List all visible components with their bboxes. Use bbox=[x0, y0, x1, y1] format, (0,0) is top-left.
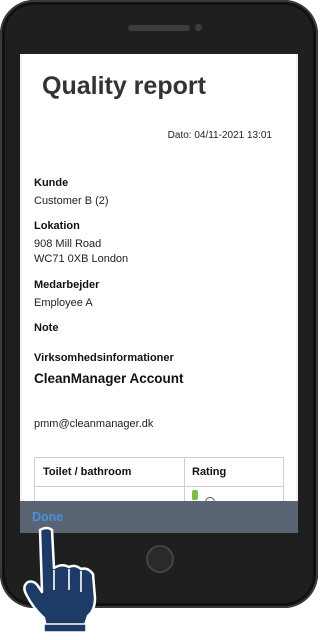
location-label: Lokation bbox=[34, 220, 80, 232]
table-header-area: Toilet / bathroom bbox=[43, 466, 132, 478]
employee-label: Medarbejder bbox=[34, 279, 100, 291]
screen: Quality report Dato: 04/11-2021 13:01 Ku… bbox=[20, 54, 298, 533]
note-label: Note bbox=[34, 322, 59, 334]
home-button[interactable] bbox=[146, 545, 174, 573]
company-name: CleanManager Account bbox=[34, 371, 184, 386]
table-header-rating: Rating bbox=[192, 466, 227, 478]
done-button[interactable]: Done bbox=[32, 510, 63, 524]
location-address-line1: 908 Mill Road bbox=[34, 238, 102, 250]
thumbs-up-icon bbox=[192, 490, 198, 500]
employee-value: Employee A bbox=[34, 297, 93, 309]
hand-pointer-icon bbox=[23, 526, 97, 633]
company-info-label: Virksomhedsinformationer bbox=[34, 352, 174, 364]
front-camera bbox=[195, 24, 202, 31]
report-date: Dato: 04/11-2021 13:01 bbox=[167, 130, 272, 141]
speaker-grille bbox=[128, 25, 190, 31]
customer-label: Kunde bbox=[34, 177, 69, 189]
location-address-line2: WC71 0XB London bbox=[34, 253, 129, 265]
customer-value: Customer B (2) bbox=[34, 195, 109, 207]
company-email: pmm@cleanmanager.dk bbox=[34, 418, 154, 430]
report-document: Quality report Dato: 04/11-2021 13:01 Ku… bbox=[22, 54, 296, 533]
page-title: Quality report bbox=[42, 72, 206, 100]
table-header-row: Toilet / bathroom Rating bbox=[35, 458, 283, 487]
